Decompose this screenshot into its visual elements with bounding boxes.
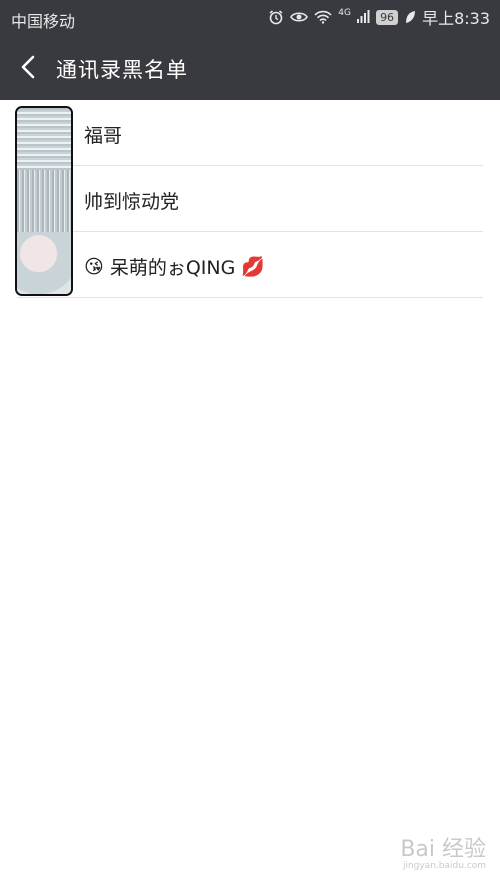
contact-row[interactable]: 😘 呆萌的ぉQING 💋: [0, 232, 500, 298]
leaf-icon: [406, 11, 416, 23]
contact-row[interactable]: 福哥: [0, 100, 500, 166]
clock: 早上8:33: [422, 9, 490, 28]
signal-icon: 4G: [338, 8, 370, 27]
status-icons: 4G 96 早上8:33: [268, 6, 490, 28]
contact-label: 😘 呆萌的ぉQING 💋: [84, 253, 265, 280]
watermark: Bai 经验 jingyan.baidu.com: [400, 831, 486, 871]
signal-bars-icon: [357, 9, 370, 23]
network-type: 4G: [338, 7, 351, 18]
divider: [17, 297, 483, 298]
contact-list: 福哥 帅到惊动党 😘 呆萌的ぉQING 💋: [0, 100, 500, 298]
battery-indicator: 96: [376, 9, 399, 25]
contact-row[interactable]: 帅到惊动党: [0, 166, 500, 232]
page-title: 通讯录黑名单: [56, 58, 188, 82]
avatar[interactable]: [17, 232, 71, 294]
eye-icon: [290, 12, 309, 22]
wifi-icon: [314, 10, 332, 24]
watermark-text: Bai 经验: [400, 837, 486, 862]
contact-name: 呆萌的ぉQING: [109, 257, 236, 279]
kiss-face-emoji-icon: 😘: [84, 255, 104, 278]
back-arrow-icon[interactable]: [14, 51, 46, 83]
contact-name: 帅到惊动党: [84, 191, 180, 213]
contact-name: 福哥: [84, 125, 123, 147]
avatar[interactable]: [17, 108, 71, 170]
avatar-column: [15, 106, 73, 296]
avatar[interactable]: [17, 170, 71, 232]
alarm-icon: [269, 10, 283, 25]
navigation-bar: 通讯录黑名单: [0, 34, 500, 100]
carrier-name: 中国移动: [11, 12, 76, 31]
status-bar: 中国移动 4G 96 早上8:33: [0, 0, 500, 34]
watermark-url: jingyan.baidu.com: [402, 861, 486, 871]
lips-emoji-icon: 💋: [241, 256, 265, 278]
